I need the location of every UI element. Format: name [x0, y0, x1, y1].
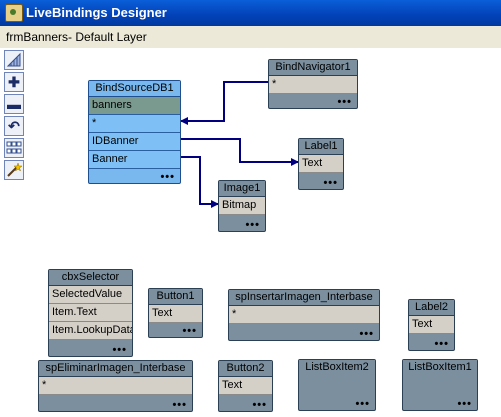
node-menu-dots[interactable]: •••: [252, 400, 267, 411]
form-name: frmBanners: [6, 30, 69, 44]
layout-icon[interactable]: [4, 138, 24, 158]
node-title: Button1: [149, 289, 202, 305]
node-title: Button2: [219, 361, 272, 377]
form-layer-bar: frmBanners - Default Layer: [0, 26, 501, 49]
node-menu-dots[interactable]: •••: [359, 329, 374, 340]
node-title: BindNavigator1: [269, 60, 357, 76]
node-listboxitem1[interactable]: ListBoxItem1 •••: [402, 359, 478, 411]
node-button2[interactable]: Button2 Text •••: [218, 360, 273, 412]
member-item-text[interactable]: Item.Text: [49, 304, 132, 322]
node-button1[interactable]: Button1 Text •••: [148, 288, 203, 338]
grid-icon[interactable]: [4, 50, 24, 70]
node-bindnavigator1[interactable]: BindNavigator1 * •••: [268, 59, 358, 109]
node-title: spInsertarImagen_Interbase: [229, 290, 379, 306]
node-title: ListBoxItem2: [299, 360, 375, 375]
member-selectedvalue[interactable]: SelectedValue: [49, 286, 132, 304]
zoom-in-icon[interactable]: ✚: [4, 72, 24, 92]
member-bitmap[interactable]: Bitmap: [219, 197, 265, 215]
node-menu-dots[interactable]: •••: [245, 220, 260, 231]
layer-name: - Default Layer: [68, 30, 147, 44]
member-text[interactable]: Text: [219, 377, 272, 395]
node-menu-dots[interactable]: •••: [160, 172, 175, 183]
member-item-lookupdata[interactable]: Item.LookupData: [49, 322, 132, 340]
node-menu-dots[interactable]: •••: [112, 345, 127, 356]
node-label2[interactable]: Label2 Text •••: [408, 299, 455, 351]
node-image1[interactable]: Image1 Bitmap •••: [218, 180, 266, 232]
node-title: Label2: [409, 300, 454, 316]
member-star[interactable]: *: [39, 377, 192, 395]
window-title: LiveBindings Designer: [26, 5, 167, 20]
node-title: spEliminarImagen_Interbase: [39, 361, 192, 377]
node-speliminarimagen-interbase[interactable]: spEliminarImagen_Interbase * •••: [38, 360, 193, 412]
reset-icon[interactable]: ↶: [4, 116, 24, 136]
wand-icon[interactable]: [4, 160, 24, 180]
node-label1[interactable]: Label1 Text •••: [298, 138, 344, 190]
member-banners[interactable]: banners: [89, 97, 180, 115]
node-menu-dots[interactable]: •••: [323, 178, 338, 189]
node-title: cbxSelector: [49, 270, 132, 286]
node-title: BindSourceDB1: [89, 81, 180, 97]
node-menu-dots[interactable]: •••: [457, 399, 472, 410]
node-menu-dots[interactable]: •••: [337, 97, 352, 108]
member-text[interactable]: Text: [149, 305, 202, 323]
node-menu-dots[interactable]: •••: [172, 400, 187, 411]
node-menu-dots[interactable]: •••: [355, 399, 370, 410]
app-icon: [5, 4, 23, 22]
node-menu-dots[interactable]: •••: [182, 326, 197, 337]
node-cbxselector[interactable]: cbxSelector SelectedValue Item.Text Item…: [48, 269, 133, 357]
member-banner[interactable]: Banner: [89, 151, 180, 169]
node-spinsertarimagen-interbase[interactable]: spInsertarImagen_Interbase * •••: [228, 289, 380, 341]
node-menu-dots[interactable]: •••: [434, 339, 449, 350]
member-star[interactable]: *: [269, 76, 357, 94]
zoom-out-icon[interactable]: ▬: [4, 94, 24, 114]
member-text[interactable]: Text: [409, 316, 454, 334]
node-title: Label1: [299, 139, 343, 155]
title-bar: LiveBindings Designer: [0, 0, 501, 26]
node-listboxitem2[interactable]: ListBoxItem2 •••: [298, 359, 376, 411]
node-title: Image1: [219, 181, 265, 197]
member-star[interactable]: *: [89, 115, 180, 133]
node-title: ListBoxItem1: [403, 360, 477, 375]
member-star[interactable]: *: [229, 306, 379, 324]
node-bindsourcedb1[interactable]: BindSourceDB1 banners * IDBanner Banner …: [88, 80, 181, 184]
member-idbanner[interactable]: IDBanner: [89, 133, 180, 151]
member-text[interactable]: Text: [299, 155, 343, 173]
